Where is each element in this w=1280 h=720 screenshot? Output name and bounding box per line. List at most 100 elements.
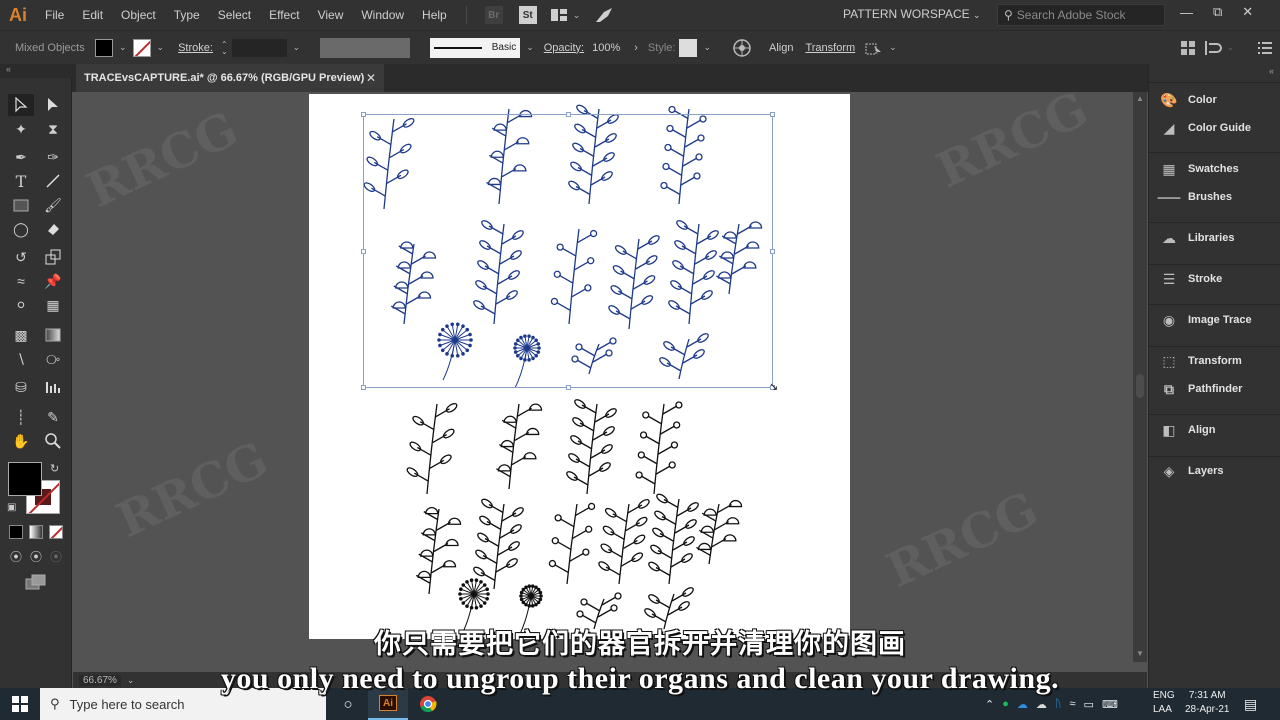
slice-tool[interactable]: ✎ — [40, 406, 66, 428]
original-plant[interactable] — [647, 493, 699, 585]
original-plant[interactable] — [548, 502, 596, 585]
perspective-grid-tool[interactable]: ▦ — [40, 294, 66, 316]
menu-object[interactable]: Object — [112, 8, 165, 22]
close-tab-button[interactable]: ✕ — [366, 71, 376, 85]
draw-normal-icon[interactable]: ⦿ — [10, 548, 22, 565]
vertical-scrollbar[interactable]: ▲ ▼ — [1133, 92, 1147, 662]
recolor-artwork-icon[interactable] — [733, 38, 751, 57]
resize-handle-bottom-left[interactable] — [361, 385, 366, 390]
resize-handle-bottom[interactable] — [566, 385, 571, 390]
draw-behind-icon[interactable]: ⦿ — [30, 548, 42, 565]
menu-type[interactable]: Type — [165, 8, 209, 22]
shape-builder-tool[interactable]: ⚪ — [8, 294, 34, 316]
stroke-label[interactable]: Stroke: — [178, 42, 213, 54]
puppet-warp-tool[interactable]: ≈ — [8, 270, 34, 292]
fill-chevron-icon[interactable]: ⌄ — [119, 42, 127, 53]
original-plant[interactable] — [565, 398, 617, 495]
scale-tool[interactable] — [40, 246, 66, 268]
menu-help[interactable]: Help — [413, 8, 456, 22]
transform-link[interactable]: Transform — [805, 42, 855, 54]
panel-color-guide[interactable]: ◢ Color Guide — [1159, 117, 1251, 139]
workspace-switcher[interactable]: PATTERN WORSPACE ⌄ — [843, 7, 981, 21]
symbol-sprayer-tool[interactable]: ⛁ — [8, 376, 34, 398]
swap-fill-stroke-icon[interactable]: ↻ — [50, 462, 59, 475]
panel-stroke[interactable]: ☰ Stroke — [1159, 268, 1223, 290]
blend-tool[interactable]: ⧂ — [40, 348, 66, 370]
resize-handle-top-right[interactable] — [770, 112, 775, 117]
lasso-tool[interactable]: ⧗ — [40, 118, 66, 140]
hand-tool[interactable]: ✋ — [8, 430, 34, 452]
restore-button[interactable]: ⧉ — [1213, 4, 1222, 20]
align-chevron-icon[interactable]: ⌄ — [1227, 42, 1235, 53]
resize-handle-left[interactable] — [361, 249, 366, 254]
bluetooth-icon[interactable]: ᚢ — [1055, 698, 1062, 710]
original-plant[interactable] — [472, 498, 524, 590]
opacity-value[interactable]: 100% — [592, 42, 620, 54]
stroke-color-swatch[interactable] — [132, 38, 151, 57]
menu-view[interactable]: View — [309, 8, 353, 22]
menu-edit[interactable]: Edit — [73, 8, 112, 22]
stroke-weight-chevron-icon[interactable]: ⌄ — [293, 42, 301, 53]
resize-handle-right[interactable] — [770, 249, 775, 254]
opacity-label[interactable]: Opacity: — [544, 42, 584, 54]
arrange-documents-button[interactable]: ⌄ — [550, 9, 580, 21]
original-plant[interactable] — [597, 498, 650, 585]
resize-handle-top-left[interactable] — [361, 112, 366, 117]
collapse-panels-icon[interactable]: « — [1269, 66, 1274, 76]
keyboard-icon[interactable]: ⌨ — [1102, 698, 1118, 711]
eraser-tool[interactable] — [40, 218, 66, 240]
original-plant[interactable] — [406, 402, 458, 495]
minimize-button[interactable]: — — [1180, 5, 1193, 20]
paintbrush-tool[interactable]: 🖌 — [40, 194, 66, 216]
menu-select[interactable]: Select — [209, 8, 260, 22]
grid-arrange-icon[interactable] — [1180, 40, 1195, 55]
spotify-icon[interactable]: ● — [1002, 698, 1009, 710]
stock-search-input[interactable]: ⚲ Search Adobe Stock — [997, 4, 1165, 26]
original-plant[interactable] — [635, 401, 683, 495]
variable-width-profile[interactable] — [320, 37, 411, 58]
panel-color[interactable]: 🎨 Color — [1159, 89, 1216, 111]
align-panel-icon[interactable] — [1204, 40, 1223, 55]
style-chevron-icon[interactable]: ⌄ — [703, 42, 711, 53]
document-tab[interactable]: TRACEvsCAPTURE.ai* @ 66.67% (RGB/GPU Pre… — [76, 64, 384, 92]
wifi-icon[interactable]: ≈ — [1069, 698, 1075, 710]
graphic-style-swatch[interactable] — [679, 38, 698, 57]
align-link[interactable]: Align — [769, 42, 793, 54]
gradient-tool[interactable] — [40, 324, 66, 346]
onedrive-icon[interactable]: ☁ — [1017, 698, 1028, 711]
line-segment-tool[interactable] — [40, 170, 66, 192]
resize-handle-top[interactable] — [566, 112, 571, 117]
artboard-tool[interactable]: ┊ — [8, 406, 34, 428]
battery-icon[interactable]: ▭ — [1084, 698, 1094, 711]
selection-tool[interactable] — [8, 94, 34, 116]
none-mode-button[interactable] — [49, 525, 63, 539]
bridge-button[interactable]: Br — [484, 6, 503, 24]
fill-color-indicator[interactable] — [8, 462, 42, 496]
stroke-weight-input[interactable] — [231, 38, 287, 57]
panel-swatches[interactable]: ▦ Swatches — [1159, 158, 1238, 180]
original-plant[interactable] — [496, 403, 543, 490]
select-similar-icon[interactable] — [865, 40, 883, 56]
pen-tool[interactable]: ✒ — [8, 146, 34, 168]
scrollbar-thumb[interactable] — [1136, 374, 1144, 398]
selection-bounding-box[interactable] — [361, 112, 775, 390]
shaper-tool[interactable]: ◯ — [8, 218, 34, 240]
original-plant[interactable] — [696, 499, 743, 565]
menu-effect[interactable]: Effect — [260, 8, 308, 22]
scroll-up-icon[interactable]: ▲ — [1136, 94, 1144, 103]
collapse-tools-icon[interactable]: « — [6, 64, 11, 74]
gpu-performance-icon[interactable] — [594, 6, 614, 24]
panel-libraries[interactable]: ☁ Libraries — [1159, 227, 1234, 249]
type-tool[interactable]: T — [8, 170, 34, 192]
stroke-stepper[interactable]: ⌃ ⌄ — [221, 40, 228, 55]
rotate-tool[interactable]: ↺ — [8, 246, 34, 268]
original-plant[interactable] — [415, 506, 462, 595]
brush-definition[interactable]: Basic — [430, 37, 521, 58]
direct-selection-tool[interactable] — [40, 94, 66, 116]
eyedropper-tool[interactable]: ∖ — [8, 348, 34, 370]
show-hidden-icons-button[interactable]: ⌃ — [985, 698, 994, 711]
column-graph-tool[interactable] — [40, 376, 66, 398]
menu-window[interactable]: Window — [352, 8, 413, 22]
panel-transform[interactable]: ⬚ Transform — [1159, 350, 1241, 372]
canvas[interactable]: ↘ ▲ ▼ RRCG RRCG RRCG RRCG — [73, 92, 1147, 672]
